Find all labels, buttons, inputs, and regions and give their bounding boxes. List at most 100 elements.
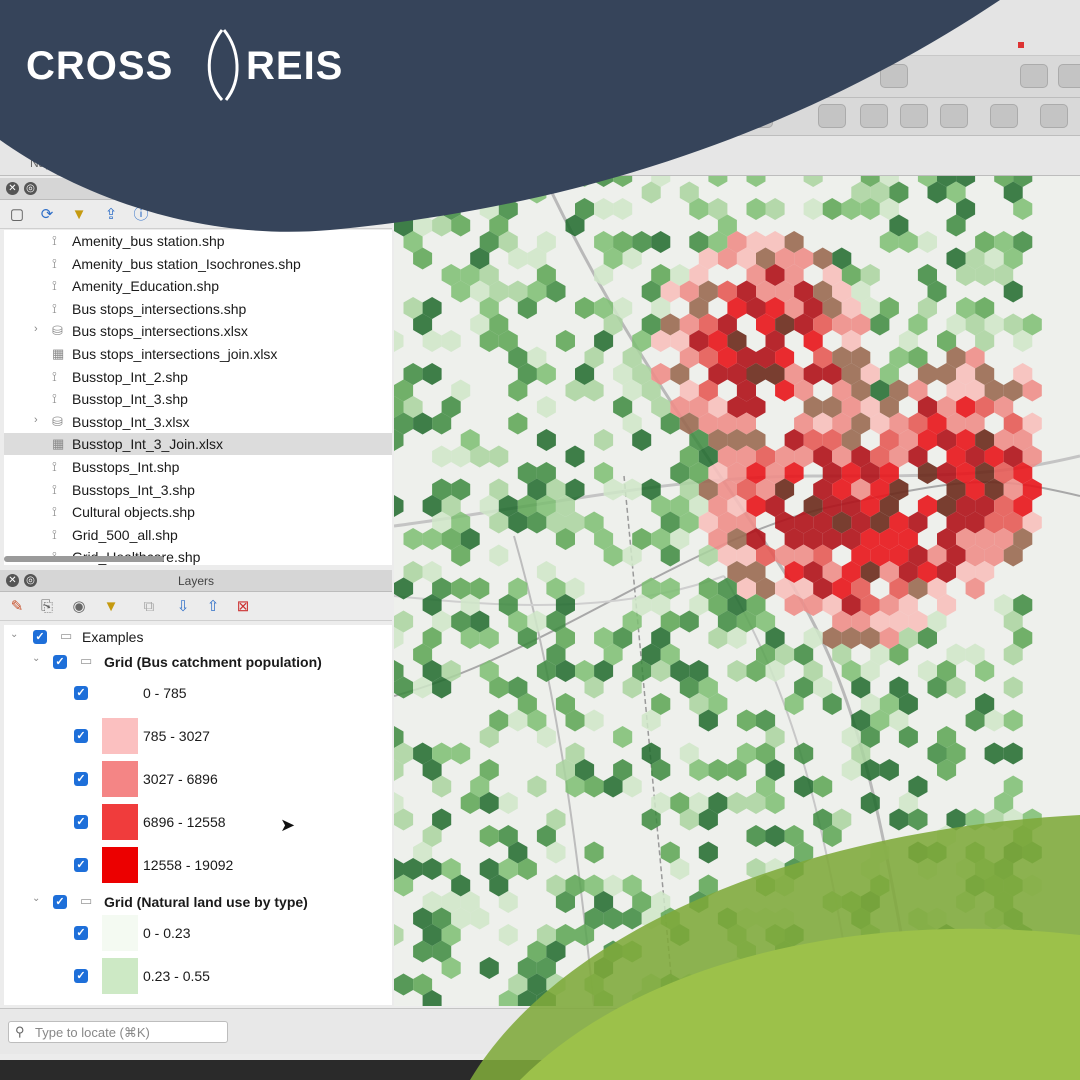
- attribute-table-icon[interactable]: [940, 104, 968, 128]
- table-icon: ▦: [52, 436, 65, 452]
- move-label-icon[interactable]: [1020, 64, 1048, 88]
- select-features-icon[interactable]: [1040, 104, 1068, 128]
- landuse-hex-cell: [536, 429, 556, 451]
- legend-swatch: [102, 958, 138, 994]
- expand-all-icon[interactable]: ⇩: [174, 598, 192, 616]
- landuse-hex-cell: [917, 990, 937, 1006]
- collapse-all-icon[interactable]: ⇪: [102, 206, 120, 224]
- browser-file-row[interactable]: ⟟ Amenity_bus station_Isochrones.shp: [4, 253, 392, 275]
- browser-file-name: Busstop_Int_3.shp: [72, 391, 188, 408]
- browser-file-row[interactable]: ▦ Busstop_Int_3_Join.xlsx: [4, 433, 392, 456]
- browser-file-list: ⟟ Amenity_bus station.shp ⟟ Amenity_bus sta…: [4, 230, 392, 565]
- remove-layer-icon[interactable]: ⊠: [234, 598, 252, 616]
- layer-checkbox[interactable]: ✓: [53, 655, 67, 669]
- browser-file-row[interactable]: ⟟ Busstops_Int_3.shp: [4, 479, 392, 501]
- info-icon[interactable]: ⓘ: [132, 206, 150, 224]
- legend-swatch: [102, 761, 138, 797]
- landuse-hex-cell: [575, 297, 595, 319]
- legend-class-row: ✓ 6896 - 12558: [4, 802, 392, 842]
- filter-expression-icon[interactable]: ⧉: [140, 598, 158, 616]
- landuse-hex-cell: [394, 330, 404, 352]
- add-selected-layers-icon[interactable]: ▢: [8, 206, 26, 224]
- legend-class-row: ✓ 0 - 0.23: [4, 913, 392, 953]
- browser-file-row[interactable]: ⟟ Busstops_Int.shp: [4, 456, 392, 478]
- node-tool-icon[interactable]: [745, 104, 773, 128]
- vector-icon: ⟟: [52, 459, 57, 474]
- legend-class-label: 6896 - 12558: [143, 814, 226, 830]
- legend-class-checkbox[interactable]: ✓: [74, 858, 88, 872]
- browser-file-row[interactable]: ⟟ Amenity_bus station.shp: [4, 230, 392, 252]
- measure-icon[interactable]: [760, 64, 788, 88]
- landuse-hex-cell: [594, 176, 614, 187]
- vector-icon: ⟟: [52, 255, 57, 271]
- chevron-down-icon[interactable]: ⌄: [32, 893, 40, 904]
- root-group-label: Examples: [82, 629, 144, 645]
- chevron-right-icon[interactable]: ›: [34, 323, 38, 335]
- edit-pencil-icon[interactable]: [700, 104, 728, 128]
- legend-class-checkbox[interactable]: ✓: [74, 729, 88, 743]
- deselect-icon[interactable]: [900, 104, 928, 128]
- tab-map[interactable]: Nap: [30, 156, 52, 170]
- visibility-eye-icon[interactable]: ◉: [70, 598, 88, 616]
- landuse-hex-cell: [879, 759, 899, 781]
- database-icon: ⛁: [52, 413, 63, 429]
- legend-swatch: [102, 718, 138, 754]
- browser-toolbar: ▢ ⟳ ▼ ⇪ ⓘ: [0, 201, 392, 229]
- browser-panel-title: Browser: [173, 182, 218, 196]
- legend-class-checkbox[interactable]: ✓: [74, 969, 88, 983]
- select-by-location-icon[interactable]: [860, 104, 888, 128]
- identify-icon[interactable]: [880, 64, 908, 88]
- browser-file-name: Bus stops_intersections.shp: [72, 300, 247, 317]
- rotate-label-icon[interactable]: [1058, 64, 1080, 88]
- chevron-down-icon[interactable]: ⌄: [32, 653, 40, 664]
- legend-class-row: ✓ 0 - 785: [4, 673, 392, 713]
- legend-class-checkbox[interactable]: ✓: [74, 772, 88, 786]
- legend-class-row: ✓ 12558 - 19092: [4, 845, 392, 885]
- browser-file-row[interactable]: ⟟ Busstop_Int_3.shp: [4, 388, 392, 410]
- landuse-hex-cell: [651, 231, 671, 253]
- landuse-hex-cell: [889, 973, 909, 996]
- database-icon: ⛁: [52, 323, 63, 339]
- browser-file-row[interactable]: ⟟ Busstop_Int_2.shp: [4, 366, 392, 388]
- landuse-hex-cell: [498, 924, 518, 946]
- map-canvas[interactable]: [394, 176, 1080, 1006]
- layer-group-name: Grid (Natural land use by type): [104, 894, 308, 910]
- locator-search-input[interactable]: ⚲ Type to locate (⌘K): [8, 1021, 228, 1043]
- browser-file-row[interactable]: ⟟ Amenity_Education.shp: [4, 275, 392, 297]
- add-group-icon[interactable]: ⎘: [38, 598, 56, 616]
- landuse-hex-cell: [984, 742, 1004, 765]
- qgis-window: Mobility — QGIS abc abc Nap ✕ ◎ Browser …: [0, 0, 1080, 1060]
- legend-class-checkbox[interactable]: ✓: [74, 926, 88, 940]
- layer-checkbox[interactable]: ✓: [33, 630, 47, 644]
- chevron-right-icon[interactable]: ›: [34, 414, 38, 426]
- layer-group-name: Grid (Bus catchment population): [104, 654, 322, 670]
- map-tool-icon[interactable]: [720, 64, 748, 88]
- filter-icon[interactable]: ▼: [70, 206, 88, 224]
- landuse-hex-cell: [698, 841, 718, 864]
- landuse-hex-cell: [622, 940, 642, 963]
- landuse-hex-cell: [727, 792, 747, 814]
- filter-legend-icon[interactable]: ▼: [102, 598, 120, 616]
- collapse-all-icon[interactable]: ⇧: [204, 598, 222, 616]
- browser-file-row[interactable]: ⟟ Cultural objects.shp: [4, 501, 392, 523]
- legend-class-checkbox[interactable]: ✓: [74, 815, 88, 829]
- map-view[interactable]: [394, 176, 1080, 1006]
- browser-scrollbar[interactable]: [4, 556, 164, 562]
- landuse-hex-cell: [746, 825, 766, 847]
- undo-icon[interactable]: [990, 104, 1018, 128]
- browser-file-row[interactable]: ⟟ Bus stops_intersections.shp: [4, 298, 392, 320]
- legend-class-checkbox[interactable]: ✓: [74, 686, 88, 700]
- browser-file-row[interactable]: › ⛁ Bus stops_intersections.xlsx: [4, 320, 392, 342]
- browser-file-name: Busstops_Int.shp: [72, 459, 180, 475]
- vector-icon: ⟟: [52, 504, 57, 520]
- refresh-icon[interactable]: ⟳: [38, 206, 56, 224]
- landuse-hex-cell: [441, 330, 461, 352]
- style-brush-icon[interactable]: ✎: [8, 598, 26, 616]
- browser-file-row[interactable]: › ⛁ Busstop_Int_3.xlsx: [4, 411, 392, 433]
- layer-checkbox[interactable]: ✓: [53, 895, 67, 909]
- chevron-down-icon[interactable]: ⌄: [10, 629, 18, 640]
- browser-file-row[interactable]: ⟟ Grid_500_all.shp: [4, 524, 392, 546]
- landuse-hex-cell: [613, 198, 633, 220]
- shape-tool-icon[interactable]: [818, 104, 846, 128]
- browser-file-row[interactable]: ▦ Bus stops_intersections_join.xlsx: [4, 343, 392, 365]
